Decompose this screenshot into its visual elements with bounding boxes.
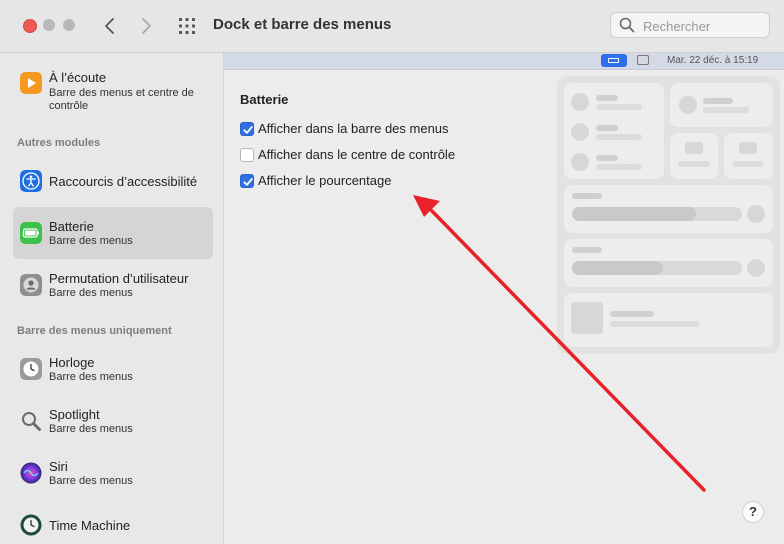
sidebar-item-title: Raccourcis d’accessibilité: [49, 174, 198, 189]
back-button[interactable]: [99, 14, 121, 38]
grid-icon: [179, 18, 195, 34]
sidebar-item-title: Permutation d’utilisateur: [49, 271, 189, 286]
checkbox-label: Afficher dans le centre de contrôle: [258, 147, 456, 162]
menubar-clock: Mar. 22 déc. à 15:19: [667, 55, 759, 66]
siri-icon: [20, 462, 42, 484]
chevron-left-icon: [105, 18, 114, 34]
sidebar-item-siri[interactable]: Siri Barre des menus: [13, 449, 213, 499]
control-center-icon: [637, 55, 649, 65]
accessibility-icon: [20, 170, 42, 192]
sidebar-item-accessibility-shortcuts[interactable]: Raccourcis d’accessibilité: [13, 156, 213, 206]
preview-card-now-playing: [564, 293, 773, 347]
close-button[interactable]: [23, 19, 37, 33]
preview-card-focus: [670, 83, 773, 127]
sidebar-item-subtitle: Barre des menus: [49, 287, 133, 299]
sidebar-item-fast-user-switching[interactable]: Permutation d’utilisateur Barre des menu…: [13, 260, 213, 310]
battery-status-icon: [601, 54, 627, 67]
sidebar-item-title: Siri: [49, 459, 68, 474]
chevron-right-icon: [142, 18, 151, 34]
search-field[interactable]: [610, 12, 770, 38]
show-all-button[interactable]: [178, 17, 196, 35]
main-pane: Mar. 22 déc. à 15:19 Batterie Afficher d…: [224, 53, 784, 544]
battery-icon: [20, 222, 42, 244]
system-preferences-window: Dock et barre des menus À l’écoute Barre…: [0, 0, 784, 544]
sidebar-item-title: À l’écoute: [49, 70, 107, 85]
control-center-preview: [557, 76, 780, 354]
checkbox-label: Afficher dans la barre des menus: [258, 121, 449, 136]
user-icon: [20, 274, 42, 296]
sidebar-item-title: Time Machine: [49, 518, 131, 533]
spotlight-icon: [22, 412, 41, 431]
clock-icon: [20, 358, 42, 380]
forward-button[interactable]: [135, 14, 157, 38]
sidebar-item-subtitle: Barre des menus: [49, 423, 133, 435]
time-machine-icon: [20, 514, 42, 536]
sidebar-item-clock[interactable]: Horloge Barre des menus: [13, 345, 213, 395]
sidebar-item-spotlight[interactable]: Spotlight Barre des menus: [13, 397, 213, 447]
preview-card-small-1: [670, 133, 718, 179]
preview-card-sound: [564, 239, 773, 287]
search-input[interactable]: [641, 16, 767, 36]
section-title: Batterie: [240, 92, 289, 107]
sidebar-item-time-machine[interactable]: Time Machine: [13, 502, 213, 544]
sidebar-item-title: Spotlight: [49, 407, 100, 422]
checkbox-show-in-menubar[interactable]: [240, 122, 254, 136]
sidebar-item-battery[interactable]: Batterie Barre des menus: [13, 207, 213, 259]
checkbox-label: Afficher le pourcentage: [258, 173, 392, 188]
preview-card-small-2: [724, 133, 773, 179]
sidebar-item-now-playing[interactable]: À l’écoute Barre des menus et centre de …: [13, 65, 213, 113]
sidebar-item-subtitle: Barre des menus et centre de contrôle: [49, 87, 194, 112]
section-header-menubar-only: Barre des menus uniquement: [17, 325, 172, 337]
title-bar: Dock et barre des menus: [0, 0, 784, 53]
checkmark-icon: [243, 178, 253, 186]
now-playing-icon: [20, 72, 42, 94]
section-header-other-modules: Autres modules: [17, 137, 101, 149]
window-title: Dock et barre des menus: [213, 16, 392, 33]
sidebar-item-subtitle: Barre des menus: [49, 371, 133, 383]
sidebar: À l’écoute Barre des menus et centre de …: [0, 53, 224, 544]
sidebar-item-subtitle: Barre des menus: [49, 235, 133, 247]
preview-card-display: [564, 185, 773, 233]
checkmark-icon: [243, 126, 253, 134]
help-button[interactable]: ?: [742, 501, 764, 523]
menubar-preview: Mar. 22 déc. à 15:19: [224, 53, 784, 70]
checkbox-show-in-control-center[interactable]: [240, 148, 254, 162]
sidebar-item-title: Horloge: [49, 355, 95, 370]
zoom-button[interactable]: [63, 19, 75, 31]
search-icon: [619, 17, 635, 33]
sidebar-item-title: Batterie: [49, 219, 94, 234]
preview-card-connectivity: [564, 83, 664, 179]
minimize-button[interactable]: [43, 19, 55, 31]
sidebar-item-subtitle: Barre des menus: [49, 475, 133, 487]
checkbox-show-percentage[interactable]: [240, 174, 254, 188]
